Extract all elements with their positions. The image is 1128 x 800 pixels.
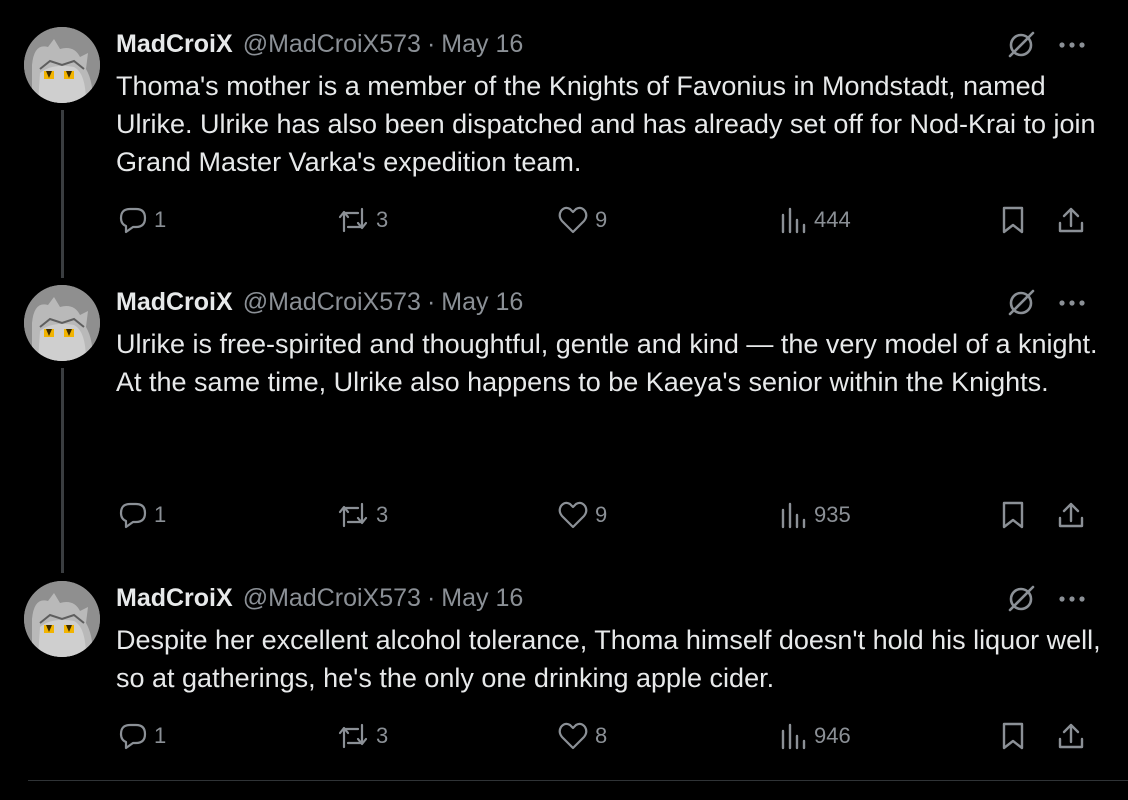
like-button[interactable]: 9 bbox=[557, 205, 607, 235]
tweet[interactable]: MadCroiX @MadCroiX573 · May 16 Thoma's m… bbox=[0, 0, 1128, 260]
like-button[interactable]: 8 bbox=[557, 721, 607, 751]
more-icon[interactable] bbox=[1058, 594, 1086, 604]
action-bar: 1 3 9 444 bbox=[0, 205, 1128, 241]
reply-count: 1 bbox=[154, 502, 167, 527]
view-count: 444 bbox=[814, 207, 851, 232]
author-handle[interactable]: @MadCroiX573 bbox=[243, 30, 421, 59]
heart-icon bbox=[558, 501, 588, 529]
reply-icon bbox=[119, 723, 147, 750]
repost-icon bbox=[338, 207, 368, 233]
tweet[interactable]: MadCroiX @MadCroiX573 · May 16 Ulrike is… bbox=[0, 258, 1128, 558]
grok-icon[interactable] bbox=[1006, 584, 1036, 614]
like-count: 9 bbox=[595, 502, 608, 527]
share-icon bbox=[1058, 502, 1084, 528]
separator: · bbox=[426, 29, 436, 58]
author-handle[interactable]: @MadCroiX573 bbox=[243, 584, 421, 613]
heart-icon bbox=[558, 206, 588, 234]
tweet-header: MadCroiX @MadCroiX573 · May 16 bbox=[116, 285, 523, 319]
tweet-paragraph: Despite her excellent alcohol tolerance,… bbox=[116, 625, 1101, 693]
share-icon bbox=[1058, 723, 1084, 749]
share-button[interactable] bbox=[1056, 500, 1086, 530]
views-icon bbox=[781, 723, 806, 750]
tweet-text: Thoma's mother is a member of the Knight… bbox=[116, 67, 1106, 181]
repost-count: 3 bbox=[376, 502, 389, 527]
repost-button[interactable]: 3 bbox=[336, 500, 388, 530]
divider bbox=[28, 780, 1128, 781]
tweet-date[interactable]: May 16 bbox=[441, 288, 523, 317]
avatar[interactable] bbox=[24, 27, 100, 103]
grok-icon[interactable] bbox=[1006, 288, 1036, 318]
repost-icon bbox=[338, 502, 368, 528]
reply-button[interactable]: 1 bbox=[118, 721, 166, 751]
bookmark-icon bbox=[1002, 722, 1024, 750]
repost-button[interactable]: 3 bbox=[336, 205, 388, 235]
action-bar: 1 3 9 935 bbox=[0, 500, 1128, 536]
like-count: 8 bbox=[595, 723, 608, 748]
view-count: 935 bbox=[814, 502, 851, 527]
views-button[interactable]: 444 bbox=[778, 205, 851, 235]
tweet[interactable]: MadCroiX @MadCroiX573 · May 16 Despite h… bbox=[0, 554, 1128, 774]
tweet-text: Despite her excellent alcohol tolerance,… bbox=[116, 621, 1106, 697]
repost-icon bbox=[338, 723, 368, 749]
cat-avatar-icon bbox=[24, 27, 100, 103]
grok-icon[interactable] bbox=[1006, 30, 1036, 60]
repost-count: 3 bbox=[376, 723, 389, 748]
view-count: 946 bbox=[814, 723, 851, 748]
reply-button[interactable]: 1 bbox=[118, 500, 166, 530]
share-button[interactable] bbox=[1056, 721, 1086, 751]
cat-avatar-icon bbox=[24, 581, 100, 657]
tweet-paragraph: Thoma's mother is a member of the Knight… bbox=[116, 71, 1096, 177]
author-handle[interactable]: @MadCroiX573 bbox=[243, 288, 421, 317]
like-button[interactable]: 9 bbox=[557, 500, 607, 530]
views-icon bbox=[781, 502, 806, 529]
more-icon[interactable] bbox=[1058, 298, 1086, 308]
bookmark-button[interactable] bbox=[1000, 500, 1026, 530]
repost-button[interactable]: 3 bbox=[336, 721, 388, 751]
reply-icon bbox=[119, 207, 147, 234]
tweet-date[interactable]: May 16 bbox=[441, 30, 523, 59]
more-icon[interactable] bbox=[1058, 40, 1086, 50]
bookmark-button[interactable] bbox=[1000, 205, 1026, 235]
tweet-header: MadCroiX @MadCroiX573 · May 16 bbox=[116, 581, 523, 615]
bookmark-icon bbox=[1002, 206, 1024, 234]
reply-count: 1 bbox=[154, 723, 167, 748]
avatar[interactable] bbox=[24, 581, 100, 657]
views-button[interactable]: 935 bbox=[778, 500, 851, 530]
reply-count: 1 bbox=[154, 207, 167, 232]
heart-icon bbox=[558, 722, 588, 750]
author-name[interactable]: MadCroiX bbox=[116, 30, 233, 59]
action-bar: 1 3 8 946 bbox=[0, 721, 1128, 757]
reply-icon bbox=[119, 502, 147, 529]
tweet-paragraph: Ulrike is free-spirited and thoughtful, … bbox=[116, 329, 1098, 359]
share-button[interactable] bbox=[1056, 205, 1086, 235]
separator: · bbox=[426, 583, 436, 612]
views-icon bbox=[781, 207, 806, 234]
tweet-paragraph: At the same time, Ulrike also happens to… bbox=[116, 367, 1049, 397]
share-icon bbox=[1058, 207, 1084, 233]
bookmark-icon bbox=[1002, 501, 1024, 529]
tweet-header: MadCroiX @MadCroiX573 · May 16 bbox=[116, 27, 523, 61]
separator: · bbox=[426, 287, 436, 316]
tweet-text: Ulrike is free-spirited and thoughtful, … bbox=[116, 325, 1106, 401]
author-name[interactable]: MadCroiX bbox=[116, 584, 233, 613]
bookmark-button[interactable] bbox=[1000, 721, 1026, 751]
cat-avatar-icon bbox=[24, 285, 100, 361]
like-count: 9 bbox=[595, 207, 608, 232]
reply-button[interactable]: 1 bbox=[118, 205, 166, 235]
repost-count: 3 bbox=[376, 207, 389, 232]
tweet-date[interactable]: May 16 bbox=[441, 584, 523, 613]
avatar[interactable] bbox=[24, 285, 100, 361]
views-button[interactable]: 946 bbox=[778, 721, 851, 751]
tweet-thread: MadCroiX @MadCroiX573 · May 16 Thoma's m… bbox=[0, 0, 1128, 800]
author-name[interactable]: MadCroiX bbox=[116, 288, 233, 317]
